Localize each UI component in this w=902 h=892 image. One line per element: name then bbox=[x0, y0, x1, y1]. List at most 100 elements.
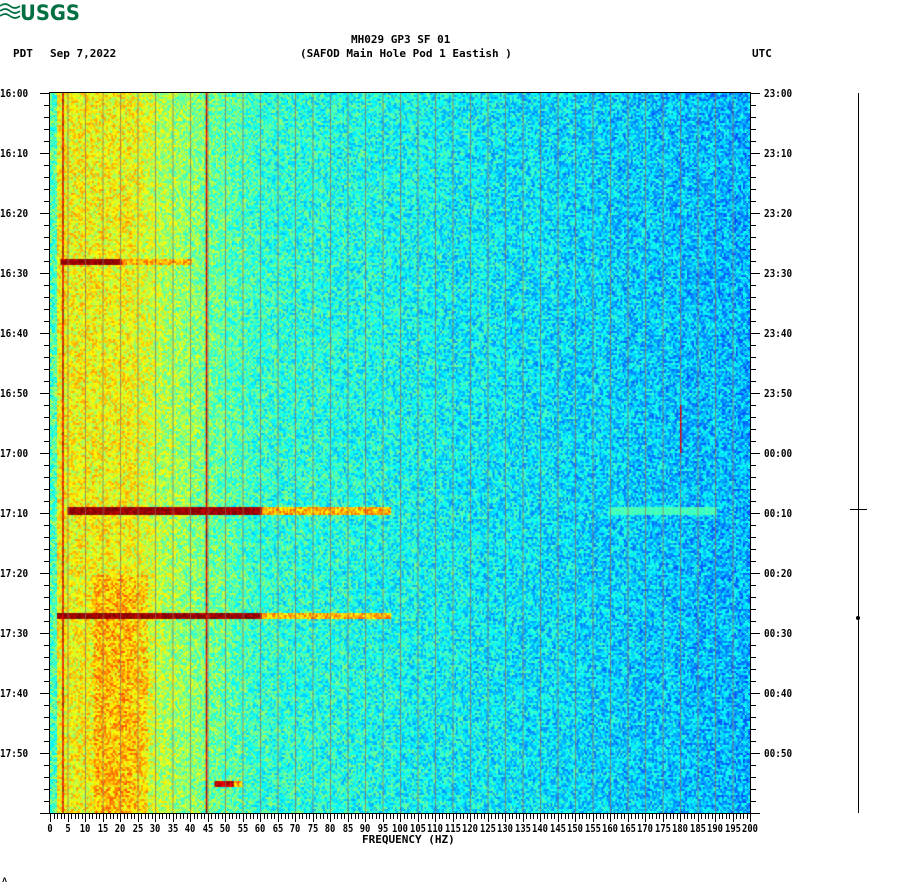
x-tick-label: 150 bbox=[567, 822, 583, 835]
x-tick bbox=[50, 813, 51, 822]
x-tick bbox=[274, 813, 275, 819]
y-tick-right bbox=[750, 405, 756, 406]
x-tick-label: 0 bbox=[47, 822, 53, 835]
y-tick-right bbox=[750, 177, 756, 178]
y-tick-label-right: 00:00 bbox=[764, 447, 793, 460]
y-tick-right bbox=[750, 501, 756, 502]
x-tick bbox=[127, 813, 128, 819]
y-tick-left bbox=[40, 453, 50, 454]
y-tick-left bbox=[44, 177, 50, 178]
x-tick bbox=[445, 813, 447, 819]
y-tick-label-left: 17:30 bbox=[0, 627, 29, 640]
x-tick-label: 50 bbox=[219, 822, 231, 835]
y-tick-right bbox=[750, 525, 756, 526]
y-tick-left bbox=[44, 489, 50, 490]
y-tick-left bbox=[44, 585, 50, 586]
y-tick-left bbox=[44, 669, 50, 670]
left-timezone: PDT bbox=[13, 47, 33, 60]
x-tick bbox=[141, 813, 142, 819]
trace-tick-mark bbox=[850, 509, 867, 510]
x-tick bbox=[337, 813, 338, 819]
x-tick-label: 200 bbox=[742, 822, 758, 835]
x-tick-label: 30 bbox=[149, 822, 161, 835]
x-tick bbox=[92, 813, 93, 819]
x-tick-label: 130 bbox=[497, 822, 513, 835]
y-tick-right bbox=[750, 297, 756, 298]
x-tick-label: 160 bbox=[602, 822, 618, 835]
x-tick bbox=[211, 813, 212, 819]
y-tick-left bbox=[44, 105, 50, 106]
y-tick-right bbox=[750, 105, 756, 106]
x-tick bbox=[701, 813, 702, 819]
y-tick-label-left: 17:50 bbox=[0, 747, 29, 760]
y-tick-left bbox=[44, 405, 50, 406]
x-tick bbox=[277, 813, 279, 822]
x-tick bbox=[519, 813, 520, 819]
x-tick-label: 80 bbox=[324, 822, 336, 835]
x-tick bbox=[554, 813, 555, 819]
y-tick-label-left: 16:50 bbox=[0, 387, 29, 400]
y-tick-left bbox=[44, 705, 50, 706]
x-tick bbox=[365, 813, 366, 822]
x-tick bbox=[239, 813, 240, 819]
x-tick bbox=[610, 813, 611, 822]
footer-mark: ᴧ bbox=[2, 875, 7, 884]
y-tick-left bbox=[44, 369, 50, 370]
x-tick bbox=[620, 813, 622, 819]
y-tick-right bbox=[750, 189, 756, 190]
date-label: Sep 7,2022 bbox=[50, 47, 117, 60]
x-tick bbox=[137, 813, 139, 822]
x-tick bbox=[599, 813, 601, 819]
x-tick-label: 185 bbox=[689, 822, 706, 835]
x-tick-label: 60 bbox=[254, 822, 266, 835]
x-tick bbox=[379, 813, 380, 819]
y-tick-left bbox=[44, 129, 50, 130]
y-tick-left bbox=[44, 477, 50, 478]
x-tick bbox=[71, 813, 72, 819]
x-tick bbox=[218, 813, 219, 819]
x-tick bbox=[123, 813, 125, 819]
x-tick bbox=[515, 813, 517, 819]
y-tick-right bbox=[750, 561, 756, 562]
x-tick bbox=[204, 813, 205, 819]
x-tick bbox=[316, 813, 317, 819]
y-tick-right bbox=[750, 117, 756, 118]
x-tick bbox=[634, 813, 636, 819]
x-tick bbox=[655, 813, 657, 819]
x-tick bbox=[428, 813, 429, 819]
x-tick bbox=[694, 813, 695, 819]
x-tick bbox=[491, 813, 492, 819]
y-tick-right bbox=[750, 465, 756, 466]
x-tick bbox=[421, 813, 422, 819]
x-tick bbox=[606, 813, 608, 819]
x-tick bbox=[368, 813, 370, 819]
x-tick bbox=[736, 813, 737, 819]
x-tick-label: 5 bbox=[64, 822, 71, 835]
y-tick-right bbox=[750, 249, 756, 250]
x-tick bbox=[449, 813, 450, 819]
x-tick bbox=[351, 813, 352, 819]
x-tick bbox=[260, 813, 261, 822]
x-tick bbox=[585, 813, 587, 819]
x-tick bbox=[256, 813, 258, 819]
spectrogram-page: USGS MH029 GP3 SF 01 (SAFOD Main Hole Po… bbox=[0, 0, 902, 892]
y-tick-label-right: 23:40 bbox=[764, 327, 793, 340]
x-tick bbox=[452, 813, 454, 822]
x-tick bbox=[148, 813, 149, 819]
y-tick-right bbox=[750, 477, 756, 478]
x-tick bbox=[603, 813, 604, 819]
x-tick bbox=[683, 813, 685, 819]
x-tick bbox=[410, 813, 412, 819]
x-axis-label: FREQUENCY (HZ) bbox=[362, 833, 455, 846]
x-tick bbox=[470, 813, 471, 822]
x-tick bbox=[319, 813, 321, 819]
x-tick bbox=[396, 813, 398, 819]
y-tick-right bbox=[750, 153, 760, 154]
usgs-logo: USGS bbox=[0, 1, 80, 22]
x-tick bbox=[687, 813, 688, 819]
x-tick bbox=[183, 813, 184, 819]
svg-text:USGS: USGS bbox=[20, 1, 80, 22]
x-tick bbox=[284, 813, 286, 819]
x-tick bbox=[564, 813, 566, 819]
y-tick-right bbox=[750, 717, 756, 718]
